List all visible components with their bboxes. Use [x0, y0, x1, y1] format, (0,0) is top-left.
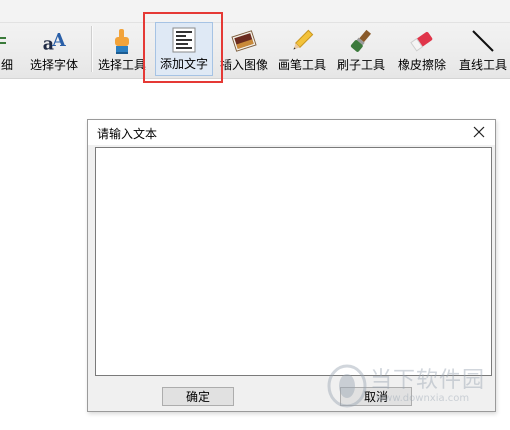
brush-tool[interactable]: 刷子工具	[334, 22, 388, 76]
hand-pointer-icon	[109, 27, 135, 55]
font-icon: a A	[41, 27, 67, 55]
line-icon	[470, 27, 496, 55]
insert-image-tool[interactable]: 插入图像	[218, 22, 270, 76]
svg-text:A: A	[51, 31, 66, 51]
pen-tool-label: 画笔工具	[277, 58, 326, 72]
eraser-tool-label: 橡皮擦除	[397, 58, 446, 72]
select-font-tool[interactable]: a A 选择字体	[24, 22, 84, 76]
pencil-icon	[289, 27, 315, 55]
brush-tool-label: 刷子工具	[336, 58, 385, 72]
highlight-box	[143, 12, 223, 83]
select-tool[interactable]: 选择工具	[96, 22, 148, 76]
insert-image-label: 插入图像	[219, 58, 268, 72]
line-tool-label: 直线工具	[458, 58, 507, 72]
eraser-icon	[409, 27, 435, 55]
select-tool-label: 选择工具	[97, 58, 146, 72]
line-width-tool[interactable]: 细	[0, 22, 18, 76]
ok-button[interactable]: 确定	[162, 387, 234, 406]
dialog-title: 请输入文本	[97, 127, 158, 141]
watermark-url: www.downxia.com	[376, 393, 470, 404]
close-button[interactable]	[469, 123, 489, 141]
close-icon	[473, 126, 485, 138]
dialog-titlebar: 请输入文本	[88, 120, 495, 145]
line-tool[interactable]: 直线工具	[455, 22, 510, 76]
toolbar-separator	[91, 26, 93, 72]
toolbar-top-strip	[0, 0, 510, 23]
pen-tool[interactable]: 画笔工具	[276, 22, 328, 76]
text-input-area[interactable]	[95, 147, 492, 376]
image-icon	[231, 27, 257, 55]
watermark-logo-icon	[327, 364, 367, 408]
watermark-text: 当下软件园	[370, 368, 486, 393]
toolbar: 细 a A 选择字体 选择工具 添加文字 插入图像 画笔工具 刷子工具 橡皮擦除…	[0, 0, 510, 79]
line-width-icon	[0, 27, 20, 55]
eraser-tool[interactable]: 橡皮擦除	[394, 22, 450, 76]
watermark: 当下软件园 www.downxia.com	[322, 356, 510, 416]
select-font-label: 选择字体	[29, 58, 78, 72]
line-width-label: 细	[0, 58, 13, 72]
brush-icon	[348, 27, 374, 55]
